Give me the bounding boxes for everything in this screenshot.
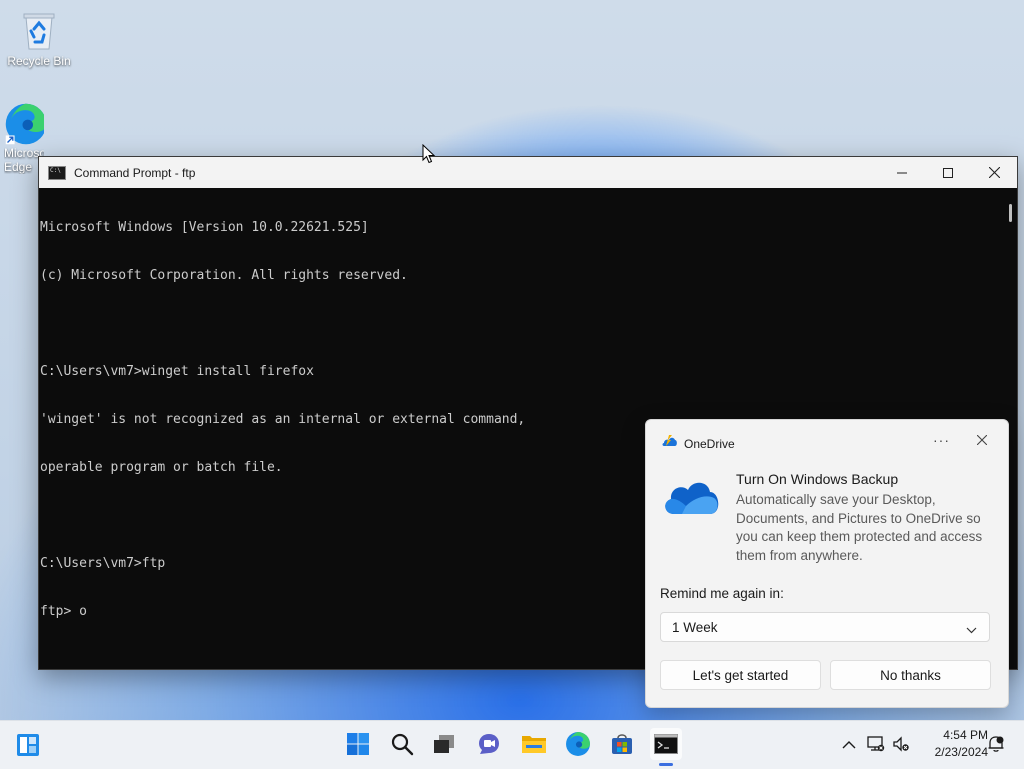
onedrive-cloud-icon (662, 476, 720, 521)
cmd-app-icon (48, 165, 66, 180)
chevron-down-icon (966, 622, 977, 637)
desktop-icon-label: Recycle Bin (7, 54, 71, 68)
volume-button[interactable] (892, 735, 910, 753)
task-view-icon (434, 735, 454, 753)
edge-icon (566, 732, 590, 756)
widgets-button[interactable] (12, 729, 44, 761)
onedrive-small-icon (662, 434, 678, 453)
chat-button[interactable] (473, 728, 505, 760)
start-button[interactable] (342, 728, 374, 760)
store-button[interactable] (606, 728, 638, 760)
folder-icon (522, 736, 546, 753)
close-icon (988, 167, 1000, 178)
close-button[interactable] (971, 157, 1017, 188)
remind-label: Remind me again in: (660, 586, 784, 601)
file-explorer-button[interactable] (518, 728, 550, 760)
minimize-button[interactable] (879, 157, 925, 188)
network-icon (867, 736, 885, 752)
toast-close-button[interactable] (974, 432, 990, 448)
console-line: (c) Microsoft Corporation. All rights re… (40, 268, 408, 283)
mouse-cursor-icon (422, 143, 436, 169)
remind-select[interactable]: 1 Week (660, 612, 990, 642)
windows-logo-icon (347, 733, 369, 755)
console-line: Microsoft Windows [Version 10.0.22621.52… (40, 220, 369, 235)
toast-body: Automatically save your Desktop, Documen… (736, 492, 983, 563)
close-icon (977, 435, 987, 445)
task-view-button[interactable] (428, 728, 460, 760)
minimize-icon (897, 172, 907, 173)
chevron-up-icon (842, 740, 856, 748)
desktop-icon-recycle-bin[interactable]: Recycle Bin (4, 8, 74, 68)
edge-icon (4, 102, 44, 146)
lets-get-started-button[interactable]: Let's get started (660, 660, 821, 690)
maximize-button[interactable] (925, 157, 971, 188)
network-button[interactable] (867, 735, 885, 753)
title-bar[interactable]: Command Prompt - ftp (39, 157, 1017, 188)
window-title: Command Prompt - ftp (74, 165, 196, 180)
notification-center-button[interactable] (987, 735, 1005, 753)
store-icon (612, 734, 632, 754)
chat-icon (479, 734, 499, 754)
toast-header: OneDrive (662, 434, 735, 453)
terminal-icon (654, 734, 678, 754)
toast-app-name: OneDrive (684, 436, 735, 451)
toast-title: Turn On Windows Backup (736, 471, 899, 487)
maximize-icon (943, 167, 953, 178)
console-line: C:\Users\vm7>winget install firefox (40, 364, 314, 379)
widgets-icon (17, 734, 39, 756)
search-button[interactable] (386, 728, 418, 760)
onedrive-notification[interactable]: OneDrive ··· Turn On Windows Backup Auto… (645, 419, 1009, 708)
clock-date: 2/23/2024 (934, 745, 988, 759)
scrollbar-thumb[interactable] (1009, 204, 1012, 222)
command-prompt-taskbar-button[interactable] (650, 728, 682, 766)
recycle-bin-icon (17, 8, 61, 52)
remind-selected-value: 1 Week (672, 619, 718, 635)
more-options-button[interactable]: ··· (933, 432, 950, 448)
edge-taskbar-button[interactable] (562, 728, 594, 760)
no-thanks-button[interactable]: No thanks (830, 660, 991, 690)
search-icon (391, 733, 414, 756)
clock-time: 4:54 PM (943, 728, 988, 742)
notification-bell-icon (988, 736, 1004, 752)
show-hidden-icons-button[interactable] (840, 735, 858, 753)
taskbar-clock[interactable]: 4:54 PM 2/23/2024 (918, 727, 988, 761)
speaker-muted-icon (893, 736, 909, 752)
